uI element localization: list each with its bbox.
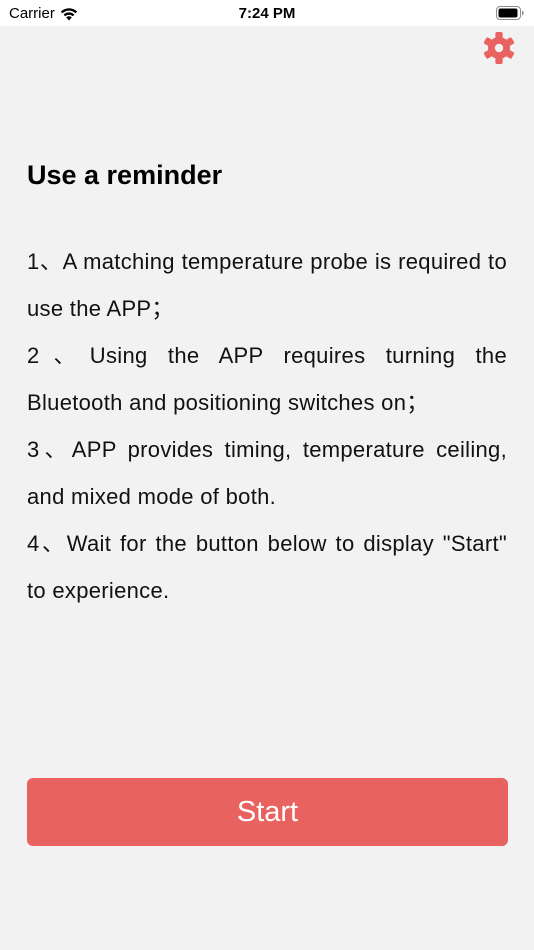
gear-icon bbox=[483, 32, 515, 64]
instructions-list: 1、A matching temperature probe is requir… bbox=[27, 238, 507, 614]
status-bar: Carrier 7:24 PM bbox=[0, 0, 534, 26]
start-button[interactable]: Start bbox=[27, 778, 508, 846]
page-title: Use a reminder bbox=[27, 160, 223, 190]
battery-icon bbox=[496, 6, 524, 20]
instruction-item: 4、Wait for the button below to display "… bbox=[27, 531, 507, 603]
instruction-item: 1、A matching temperature probe is requir… bbox=[27, 249, 507, 321]
instruction-item: 3、APP provides timing, temperature ceili… bbox=[27, 437, 507, 509]
instruction-item: 2、Using the APP requires turning the Blu… bbox=[27, 343, 507, 415]
clock: 7:24 PM bbox=[238, 5, 296, 22]
settings-button[interactable] bbox=[481, 30, 517, 66]
